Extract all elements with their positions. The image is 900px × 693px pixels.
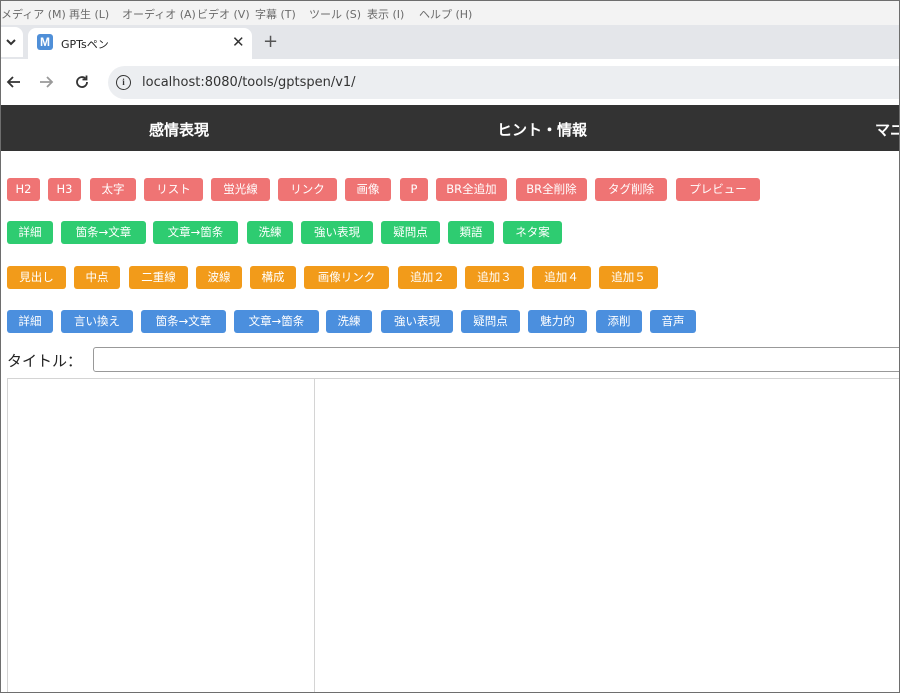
site-info-icon[interactable]: i [116, 75, 131, 90]
questions-blue-button[interactable]: 疑問点 [461, 310, 520, 333]
editor-pane[interactable] [7, 378, 315, 692]
idea-button[interactable]: ネタ案 [503, 221, 562, 244]
paraphrase-button[interactable]: 言い換え [61, 310, 133, 333]
tab-search-button[interactable] [1, 27, 23, 57]
menu-media[interactable]: メディア (M) [1, 6, 66, 22]
tab-title: GPTsペン [61, 38, 109, 51]
highlight-button[interactable]: 蛍光線 [211, 178, 270, 201]
tab-strip: M GPTsペン ✕ + [1, 25, 899, 59]
title-input[interactable] [93, 347, 899, 372]
image-link-button[interactable]: 画像リンク [304, 266, 389, 289]
nav-emotion-expression[interactable]: 感情表現 [149, 119, 209, 140]
address-bar[interactable]: i localhost:8080/tools/gptspen/v1/ [108, 66, 899, 99]
refine-button[interactable]: 洗練 [247, 221, 293, 244]
strong-expression-button[interactable]: 強い表現 [301, 221, 373, 244]
br-add-all-button[interactable]: BR全追加 [436, 178, 507, 201]
text-to-bullets-button[interactable]: 文章→箇条 [153, 221, 238, 244]
bullets-to-text-button[interactable]: 箇条→文章 [61, 221, 146, 244]
nav-hints-info[interactable]: ヒント・情報 [497, 119, 587, 140]
strong-expression-blue-button[interactable]: 強い表現 [381, 310, 453, 333]
wavy-line-button[interactable]: 波線 [196, 266, 242, 289]
menu-help[interactable]: ヘルプ (H) [419, 6, 472, 22]
url-text: localhost:8080/tools/gptspen/v1/ [142, 75, 356, 90]
link-button[interactable]: リンク [278, 178, 337, 201]
attractive-button[interactable]: 魅力的 [528, 310, 587, 333]
br-remove-all-button[interactable]: BR全削除 [516, 178, 587, 201]
browser-tab[interactable]: M GPTsペン ✕ [28, 28, 252, 59]
favicon-icon: M [37, 34, 53, 50]
paragraph-button[interactable]: P [400, 178, 428, 201]
add5-button[interactable]: 追加５ [599, 266, 658, 289]
menu-video[interactable]: ビデオ (V) [197, 6, 250, 22]
tag-remove-button[interactable]: タグ削除 [595, 178, 667, 201]
add3-button[interactable]: 追加３ [465, 266, 524, 289]
menu-playback[interactable]: 再生 (L) [69, 6, 109, 22]
proofread-button[interactable]: 添削 [596, 310, 642, 333]
app-window: メディア (M) 再生 (L) オーディオ (A) ビデオ (V) 字幕 (T)… [0, 0, 900, 693]
browser-toolbar: i localhost:8080/tools/gptspen/v1/ [1, 59, 899, 105]
questions-button[interactable]: 疑問点 [381, 221, 440, 244]
list-button[interactable]: リスト [144, 178, 203, 201]
forward-arrow-icon[interactable] [38, 74, 54, 90]
image-button[interactable]: 画像 [345, 178, 391, 201]
heading-button[interactable]: 見出し [7, 266, 66, 289]
preview-pane[interactable] [314, 378, 899, 692]
double-line-button[interactable]: 二重線 [129, 266, 188, 289]
add4-button[interactable]: 追加４ [532, 266, 591, 289]
menu-bar: メディア (M) 再生 (L) オーディオ (A) ビデオ (V) 字幕 (T)… [1, 1, 899, 25]
bold-button[interactable]: 太字 [90, 178, 136, 201]
preview-button[interactable]: プレビュー [676, 178, 760, 201]
bullets-to-text-blue-button[interactable]: 箇条→文章 [141, 310, 226, 333]
chevron-down-icon [6, 39, 16, 46]
back-arrow-icon[interactable] [6, 74, 22, 90]
h3-button[interactable]: H3 [48, 178, 81, 201]
reload-icon[interactable] [74, 74, 90, 90]
refine-blue-button[interactable]: 洗練 [326, 310, 372, 333]
h2-button[interactable]: H2 [7, 178, 40, 201]
nav-manual[interactable]: マニ [875, 119, 899, 140]
new-tab-icon[interactable]: + [263, 31, 278, 52]
title-label: タイトル： [7, 352, 83, 370]
menu-tools[interactable]: ツール (S) [309, 6, 361, 22]
app-nav: 感情表現 ヒント・情報 マニ [1, 105, 899, 151]
menu-view[interactable]: 表示 (I) [367, 6, 404, 22]
detail-button[interactable]: 詳細 [7, 221, 53, 244]
close-icon[interactable]: ✕ [232, 33, 245, 51]
voice-button[interactable]: 音声 [650, 310, 696, 333]
menu-subtitle[interactable]: 字幕 (T) [255, 6, 296, 22]
add2-button[interactable]: 追加２ [398, 266, 457, 289]
menu-audio[interactable]: オーディオ (A) [122, 6, 196, 22]
synonyms-button[interactable]: 類語 [448, 221, 494, 244]
text-to-bullets-blue-button[interactable]: 文章→箇条 [234, 310, 319, 333]
structure-button[interactable]: 構成 [250, 266, 296, 289]
detail-blue-button[interactable]: 詳細 [7, 310, 53, 333]
middle-dot-button[interactable]: 中点 [74, 266, 120, 289]
